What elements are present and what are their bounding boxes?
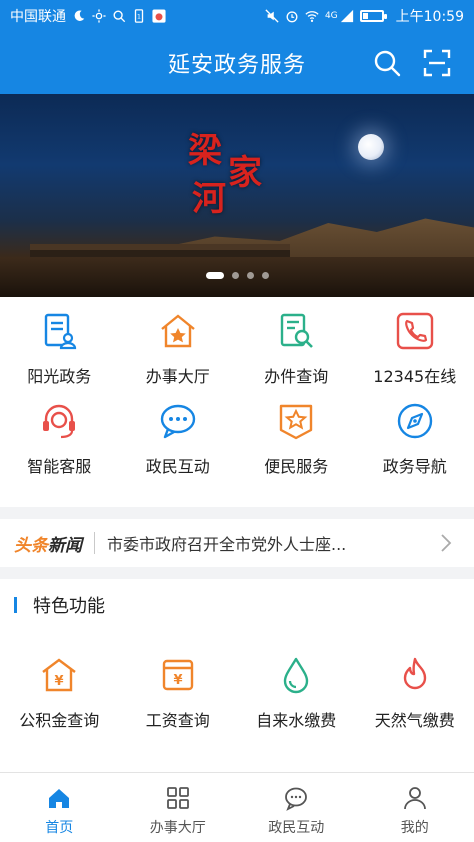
compass-icon: [397, 403, 432, 439]
tab-chat[interactable]: 政民互动: [237, 773, 356, 842]
bottom-tab-bar: 首页 办事大厅 政民互动 我的: [0, 772, 474, 842]
service-label: 办事大厅: [145, 367, 210, 386]
carousel-indicator[interactable]: [0, 272, 474, 279]
signal-icon: [340, 9, 353, 23]
section-accent-bar: [14, 597, 17, 613]
battery-icon: [359, 10, 387, 22]
tab-user[interactable]: 我的: [356, 773, 474, 842]
scan-icon[interactable]: [422, 48, 452, 78]
service-label: 工资查询: [145, 711, 210, 730]
service-label: 便民服务: [264, 457, 329, 476]
news-headline[interactable]: 市委市政府召开全市党外人士座...: [107, 531, 387, 555]
page-title: 延安政务服务: [167, 53, 306, 78]
wallet-yen-icon: ¥: [162, 659, 193, 691]
featured-grid: ¥ 公积金查询 ¥ 工资查询 自来水缴费 天然气缴费: [0, 655, 474, 731]
carrier-label: 中国联通: [10, 9, 66, 25]
svg-text:¥: ¥: [55, 674, 64, 689]
service-tile[interactable]: ¥ 公积金查询: [0, 655, 119, 731]
calligraphy-char: 梁: [188, 131, 222, 171]
service-label: 政务导航: [382, 457, 447, 476]
house-yen-icon: ¥: [42, 658, 76, 692]
tab-grid[interactable]: 办事大厅: [119, 773, 238, 842]
featured-section: 特色功能 ¥ 公积金查询 ¥ 工资查询 自来水缴费 天然气缴费: [0, 579, 474, 775]
weibo-icon: [152, 9, 166, 23]
network-type-label: 4G: [324, 11, 338, 21]
svg-text:¥: ¥: [173, 673, 182, 688]
section-header: 特色功能: [0, 579, 474, 631]
news-tag-part2: 新闻: [48, 535, 82, 556]
service-label: 12345在线: [373, 367, 457, 386]
carousel-dot[interactable]: [205, 272, 224, 279]
section-title: 特色功能: [33, 596, 105, 617]
service-label: 智能客服: [27, 457, 92, 476]
service-tile[interactable]: 阳光政务: [0, 311, 119, 401]
app-bar: 延安政务服务: [0, 32, 474, 94]
service-tile[interactable]: 12345在线: [356, 311, 474, 401]
clock-label: 上午10:59: [395, 9, 464, 25]
service-tile[interactable]: 办事大厅: [119, 311, 238, 401]
service-tile[interactable]: 自来水缴费: [237, 655, 356, 731]
flame-icon: [403, 657, 426, 690]
service-label: 政民互动: [145, 457, 210, 476]
service-label: 自来水缴费: [256, 711, 337, 730]
sim-icon: 1: [134, 9, 144, 23]
tab-label: 我的: [400, 820, 429, 836]
svg-text:1: 1: [137, 14, 141, 21]
alarm-icon: [286, 11, 298, 23]
service-label: 公积金查询: [19, 711, 100, 730]
house-star-icon: [160, 314, 195, 348]
service-tile[interactable]: 天然气缴费: [356, 655, 474, 731]
service-tile[interactable]: 便民服务: [237, 401, 356, 491]
news-tag-part1: 头条: [14, 535, 48, 556]
service-label: 天然气缴费: [374, 711, 455, 730]
carousel-dot[interactable]: [231, 272, 239, 279]
carousel-dot[interactable]: [246, 272, 254, 279]
tab-home[interactable]: 首页: [0, 773, 119, 842]
status-bar: 中国联通 1 4G 上午10:59: [0, 0, 474, 32]
moon-icon: [74, 10, 85, 21]
banner-calligraphy: 梁 家 河: [188, 131, 262, 216]
service-tile[interactable]: 办件查询: [237, 311, 356, 401]
star-badge-icon: [280, 404, 313, 440]
chat-icon: [285, 787, 308, 811]
document-search-icon: [281, 313, 314, 348]
headline-news-bar[interactable]: 头条新闻 市委市政府召开全市党外人士座...: [0, 519, 474, 567]
search-icon: [113, 10, 126, 23]
headset-icon: [43, 404, 76, 439]
brightness-icon: [92, 9, 106, 23]
service-tile[interactable]: 智能客服: [0, 401, 119, 491]
search-icon[interactable]: [372, 48, 402, 78]
mute-icon: [265, 9, 279, 23]
service-label: 办件查询: [264, 367, 329, 386]
service-grid: 阳光政务 办事大厅 办件查询 12345在线智能客服 政民互动 便民服务 政务导航: [0, 297, 474, 491]
divider: [94, 532, 95, 554]
tab-label: 办事大厅: [149, 820, 206, 836]
service-tile[interactable]: 政民互动: [119, 401, 238, 491]
grid-icon: [166, 787, 189, 809]
tab-label: 首页: [45, 820, 74, 836]
chat-icon: [160, 404, 195, 439]
carousel-dot[interactable]: [261, 272, 269, 279]
document-person-icon: [45, 313, 77, 350]
service-tile[interactable]: 政务导航: [356, 401, 474, 491]
user-icon: [403, 787, 426, 810]
service-grid-card: 阳光政务 办事大厅 办件查询 12345在线智能客服 政民互动 便民服务 政务导航: [0, 297, 474, 507]
tab-label: 政民互动: [268, 820, 325, 836]
service-tile[interactable]: ¥ 工资查询: [119, 655, 238, 731]
phone-icon: [396, 312, 433, 350]
calligraphy-char: 河: [192, 179, 226, 219]
promo-banner[interactable]: 梁 家 河: [0, 94, 474, 297]
wifi-icon: [305, 11, 319, 22]
news-tag: 头条新闻: [14, 531, 82, 556]
moon-graphic: [358, 134, 384, 160]
service-label: 阳光政务: [27, 367, 92, 386]
water-drop-icon: [284, 657, 309, 694]
calligraphy-char: 家: [228, 153, 262, 193]
chevron-right-icon[interactable]: [440, 533, 452, 553]
home-icon: [49, 789, 70, 808]
